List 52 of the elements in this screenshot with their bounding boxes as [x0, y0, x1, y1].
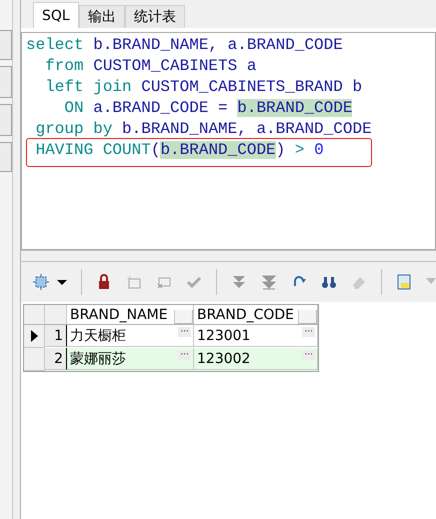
new-row-icon[interactable]	[126, 274, 142, 290]
sql-keyword: HAVING COUNT	[34, 141, 151, 159]
ellipsis-button[interactable]: ···	[178, 327, 191, 337]
table-cell: 力天橱柜	[70, 326, 126, 344]
sql-keyword: ON	[63, 99, 84, 117]
ellipsis-button[interactable]: ···	[178, 350, 191, 360]
side-panel-button[interactable]	[0, 30, 12, 60]
splitter-bar[interactable]	[21, 250, 436, 262]
tab[interactable]: 输出	[79, 5, 125, 28]
table-cell: 蒙娜丽莎	[70, 350, 126, 368]
sql-keyword: >	[294, 141, 304, 159]
sql-keyword: left join	[44, 78, 132, 96]
sql-keyword: from	[44, 57, 84, 75]
sql-text: b.BRAND_CODE	[237, 99, 352, 117]
sql-editor[interactable]: select b.BRAND_NAME, a.BRAND_CODE from CUSTOM_CABINETS a left join CUSTOM_CABINETS_BRAND b ON a.BRAND_CODE = b.BRAND_CODE group by b.BRAND_NAME, a.BRAND_CODE HAVING COUNT(b.BRAND_CODE) > 0	[21, 32, 436, 250]
ellipsis-button[interactable]: ···	[302, 327, 315, 337]
lock-icon[interactable]	[96, 274, 112, 290]
table-cell: 123001	[197, 328, 250, 344]
side-panel-button[interactable]	[0, 104, 12, 136]
table-row[interactable]: 2 蒙娜丽莎 ··· 123002 ···	[24, 348, 318, 371]
header-cell	[24, 305, 45, 325]
row-indicator[interactable]	[24, 325, 45, 348]
side-panel-button[interactable]	[0, 142, 12, 172]
tab[interactable]: SQL	[33, 2, 79, 28]
sql-text: b.BRAND_CODE	[160, 141, 276, 159]
sql-text: (	[150, 141, 160, 159]
side-panel-button[interactable]	[0, 66, 12, 98]
form-icon[interactable]	[396, 274, 412, 290]
sql-keyword: select	[26, 36, 84, 54]
double-down-arrow-icon[interactable]	[231, 274, 247, 290]
sql-keyword: group by	[34, 120, 112, 138]
table-cell: 123002	[197, 350, 250, 366]
sql-text: a.BRAND_CODE =	[92, 99, 229, 117]
header-button[interactable]	[298, 310, 317, 324]
sql-text: b.BRAND_NAME, a.BRAND_CODE	[121, 120, 372, 138]
eraser-icon[interactable]	[351, 274, 367, 290]
row-number: 2	[45, 348, 67, 370]
select-icon[interactable]	[33, 274, 49, 290]
column-header: BRAND_CODE	[197, 306, 294, 322]
sql-text: 0	[313, 141, 324, 159]
tab[interactable]: 统计表	[125, 5, 185, 28]
row-number: 1	[45, 325, 67, 347]
sql-text: )	[276, 141, 286, 159]
column-header: BRAND_NAME	[70, 306, 168, 322]
sql-text: CUSTOM_CABINETS_BRAND b	[140, 78, 362, 96]
table-row[interactable]: 1 力天橱柜 ··· 123001 ···	[24, 325, 318, 348]
sql-text: CUSTOM_CABINETS a	[92, 57, 256, 75]
ellipsis-button[interactable]: ···	[302, 350, 315, 360]
double-down-arrow-icon[interactable]	[261, 274, 277, 290]
check-icon[interactable]	[186, 274, 202, 290]
sql-text: b.BRAND_NAME, a.BRAND_CODE	[92, 36, 343, 54]
header-button[interactable]	[174, 310, 193, 324]
